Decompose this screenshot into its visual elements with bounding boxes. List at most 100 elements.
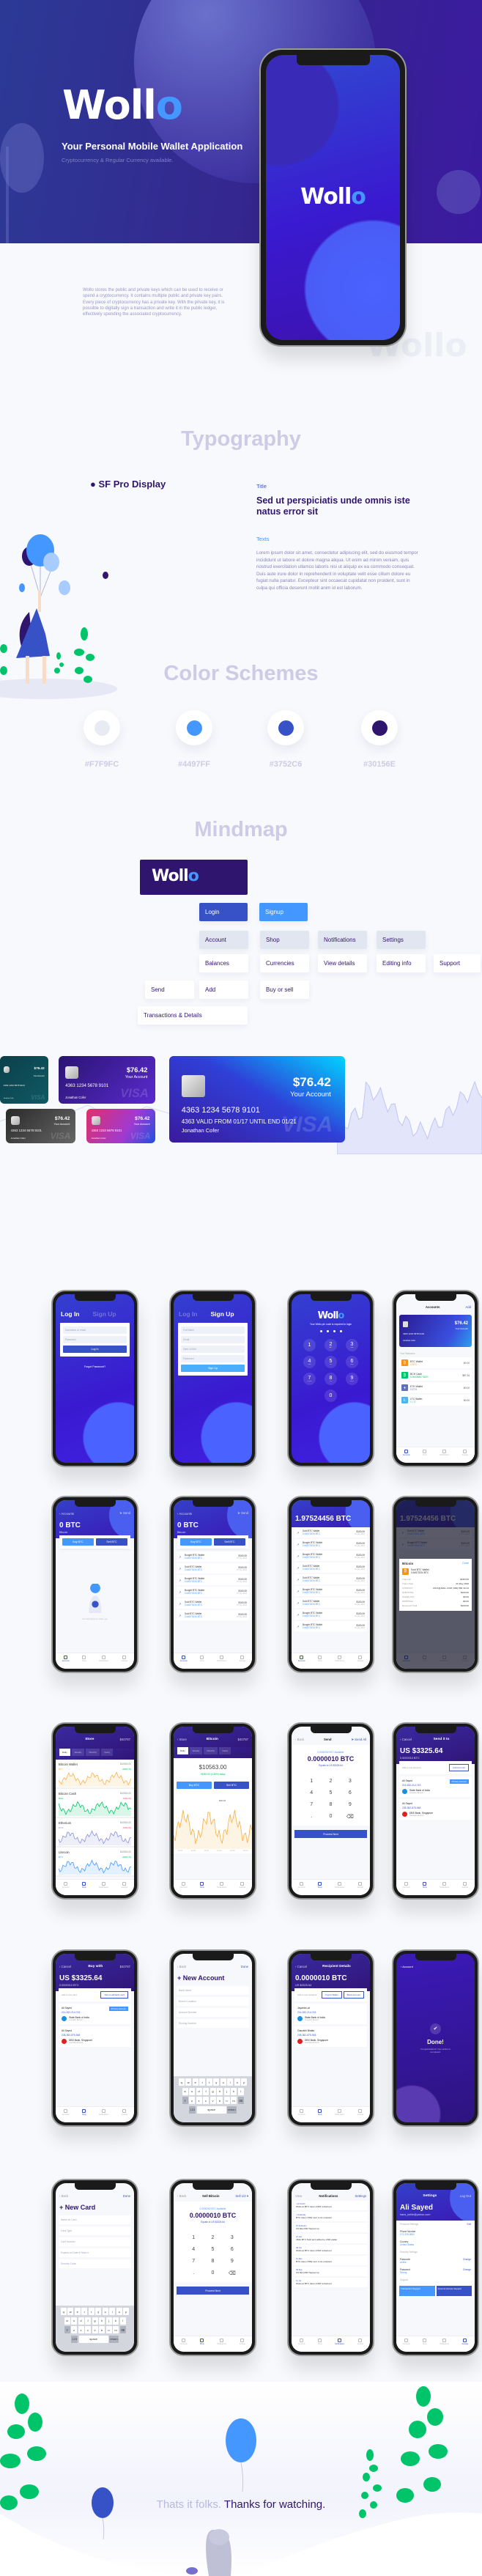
tab-notifications[interactable]: Notifications	[440, 1450, 449, 1456]
support-button[interactable]: Transaction Support	[399, 2286, 435, 2296]
text-input[interactable]: Security Code	[59, 2259, 131, 2268]
tab-shop[interactable]: Shop	[423, 2339, 427, 2345]
header-right-button[interactable]: Log Out	[460, 2194, 471, 2198]
keyboard-key[interactable]: x	[78, 2326, 84, 2333]
tab-settings[interactable]: Settings	[240, 2339, 245, 2345]
tab-accounts[interactable]: Accounts	[62, 1882, 70, 1889]
notification-item[interactable]: 27 Jun 4532 BTC Sold and added to USD wal…	[294, 2234, 368, 2243]
tab-accounts[interactable]: Accounts	[403, 1882, 410, 1889]
text-input[interactable]: Password	[181, 1355, 245, 1362]
wallet-row[interactable]: ₿ BCH Cash 0.05436307 BCH $87.34	[399, 1370, 472, 1381]
keypad-key[interactable]: 7	[192, 2259, 195, 2264]
keyboard-key[interactable]: a	[64, 2317, 70, 2325]
nav-right-button[interactable]: Add	[465, 1305, 471, 1309]
keyboard-key[interactable]: b	[217, 2097, 223, 2104]
modal-close-button[interactable]: Close	[462, 1562, 469, 1565]
tab-shop[interactable]: Shop	[82, 1656, 86, 1662]
keyboard-key[interactable]: m	[231, 2097, 237, 2104]
keyboard-key[interactable]: o	[234, 2078, 240, 2086]
transaction-row[interactable]: ↗Bought BTC Wallet0.64573234 BTC$100.000…	[177, 1587, 249, 1597]
nav-left-button[interactable]: ‹ Back	[59, 2194, 68, 2198]
bank-account-card[interactable]: Ali Sayed 214-532-214-743 State Bank of In…	[399, 1776, 472, 1797]
bank-account-card[interactable]: Ali Sayed 235-352-875-948 DBS Bank, Singap…	[59, 2026, 131, 2047]
transaction-row[interactable]: ↗Bought BTC Wallet0.64573234 BTC$100.000…	[294, 1621, 367, 1631]
keypad-key[interactable]: 0	[325, 1390, 337, 1402]
transaction-row[interactable]: ↗Sold BTC Wallet0.64573234 BTC$100.0007 …	[177, 1598, 249, 1609]
nav-right-button[interactable]: Done	[241, 1965, 248, 1968]
tab-notifications[interactable]: Notifications	[440, 1882, 449, 1889]
keypad-key[interactable]: 5	[330, 1790, 333, 1796]
transaction-row[interactable]: ↗Bought BTC Wallet0.64573234 BTC$100.000…	[177, 1575, 249, 1585]
keypad-key[interactable]: 5	[212, 2247, 215, 2252]
tab-notifications[interactable]: Notifications	[217, 1882, 226, 1889]
tab-notifications[interactable]: Notifications	[217, 1656, 226, 1662]
tab-settings[interactable]: Settings	[357, 1882, 363, 1889]
tab-settings[interactable]: Settings	[357, 2339, 363, 2345]
keypad-key[interactable]: 4	[310, 1790, 313, 1796]
keypad-key[interactable]: .	[193, 2270, 194, 2276]
keypad-key[interactable]: 1	[192, 2235, 195, 2240]
forgot-password-link[interactable]: Forgot Password?	[56, 1365, 134, 1368]
tab-shop[interactable]: Shop	[82, 2109, 86, 2116]
period-tab[interactable]: Daily	[59, 1749, 70, 1756]
keypad-key[interactable]: 7 PQRS	[303, 1373, 316, 1385]
add-button[interactable]: Crypto Wallet	[321, 1991, 342, 1999]
action-button[interactable]: Buy BTC	[180, 1538, 212, 1546]
tab-notifications[interactable]: Notifications	[99, 1656, 108, 1662]
text-input[interactable]: Branch Location	[177, 1997, 249, 2006]
nav-left-button[interactable]: ‹ Back	[295, 1738, 304, 1742]
transaction-row[interactable]: ↗Bought BTC Wallet0.64573234 BTC$100.000…	[294, 1551, 367, 1561]
text-input[interactable]: Card Type	[59, 2226, 131, 2235]
keyboard-key[interactable]: o	[116, 2308, 122, 2315]
coin-price-card[interactable]: Bitcoin Wallet $10563.00 BTC +$352.53	[56, 1760, 134, 1789]
transaction-row[interactable]: ↗Bought BTC Wallet0.64573234 BTC$100.000…	[294, 1539, 367, 1549]
tab-notifications[interactable]: Notifications	[335, 2339, 344, 2345]
tab-accounts[interactable]: Accounts	[298, 2339, 305, 2345]
keyboard-key[interactable]: 123	[71, 2335, 78, 2343]
keyboard-key[interactable]: v	[210, 2097, 216, 2104]
text-input[interactable]: Name on Card	[59, 2215, 131, 2224]
transaction-row[interactable]: ↗Sold BTC Wallet0.64573234 BTC$100.0007 …	[294, 1598, 367, 1608]
tab-notifications[interactable]: Notifications	[335, 2109, 344, 2116]
notification-item[interactable]: • 12 Hours Wollo.ai BTC token 3452 reclai…	[294, 2201, 368, 2210]
keypad-key[interactable]: ⌫	[229, 2270, 236, 2276]
period-tab[interactable]: Monthly	[86, 1749, 100, 1756]
keypad-key[interactable]: 3 DEF	[346, 1339, 358, 1351]
keypad-key[interactable]: 9 WXYZ	[346, 1373, 358, 1385]
tab-settings[interactable]: Settings	[122, 2109, 127, 2116]
header-left-button[interactable]: ‹ Accounts	[59, 1512, 74, 1516]
proceed-button[interactable]: Proceed Next	[294, 1830, 367, 1838]
tab-accounts[interactable]: Accounts	[298, 1656, 305, 1662]
auth-tab[interactable]: Sign Up	[93, 1310, 116, 1318]
keyboard-key[interactable]: e	[74, 2308, 81, 2315]
tab-settings[interactable]: Settings	[240, 1656, 245, 1662]
keyboard-key[interactable]: 123	[189, 2106, 196, 2114]
text-input[interactable]: Routing Number	[177, 2019, 249, 2028]
keyboard-key[interactable]: p	[241, 2078, 248, 2086]
header-right-button[interactable]: $40787	[120, 1738, 130, 1741]
add-button[interactable]: Add Account	[449, 1764, 469, 1771]
tab-accounts[interactable]: Accounts	[180, 2339, 188, 2345]
support-button[interactable]: Account Access Support	[436, 2286, 472, 2296]
keyboard-key[interactable]: ⌫	[119, 2326, 126, 2333]
nav-right-button[interactable]: ➤ Send All	[351, 1738, 366, 1742]
keypad-key[interactable]: 2	[330, 1779, 333, 1784]
action-button[interactable]: Sell BTC	[96, 1538, 127, 1546]
keyboard-key[interactable]: f	[203, 2087, 209, 2095]
nav-right-button[interactable]: Sell 1/2 ▾	[235, 2194, 248, 2199]
keyboard-key[interactable]: e	[192, 2078, 199, 2086]
bank-account-card[interactable]: Ali Sayed 214-532-214-743 State Bank of In…	[59, 2004, 131, 2024]
submit-button[interactable]: Sign Up	[181, 1365, 245, 1372]
notification-item[interactable]: 11 Jul Wollo.ai BTC token 3452 reclaimed	[294, 2278, 368, 2287]
tab-notifications[interactable]: Notifications	[440, 2339, 449, 2345]
tab-settings[interactable]: Settings	[462, 2339, 468, 2345]
tab-shop[interactable]: Shop	[200, 1882, 204, 1889]
nav-right-button[interactable]: Settings	[355, 2194, 366, 2198]
keyboard-key[interactable]: p	[123, 2308, 130, 2315]
keyboard-key[interactable]: j	[105, 2317, 112, 2325]
keypad-key[interactable]: 7	[310, 1802, 313, 1807]
notification-item[interactable]: 15 February US $12,000 Topped up	[294, 2223, 368, 2232]
change-button[interactable]: Change	[463, 2268, 471, 2274]
tab-shop[interactable]: Shop	[82, 1882, 86, 1889]
keyboard-key[interactable]: y	[95, 2308, 102, 2315]
